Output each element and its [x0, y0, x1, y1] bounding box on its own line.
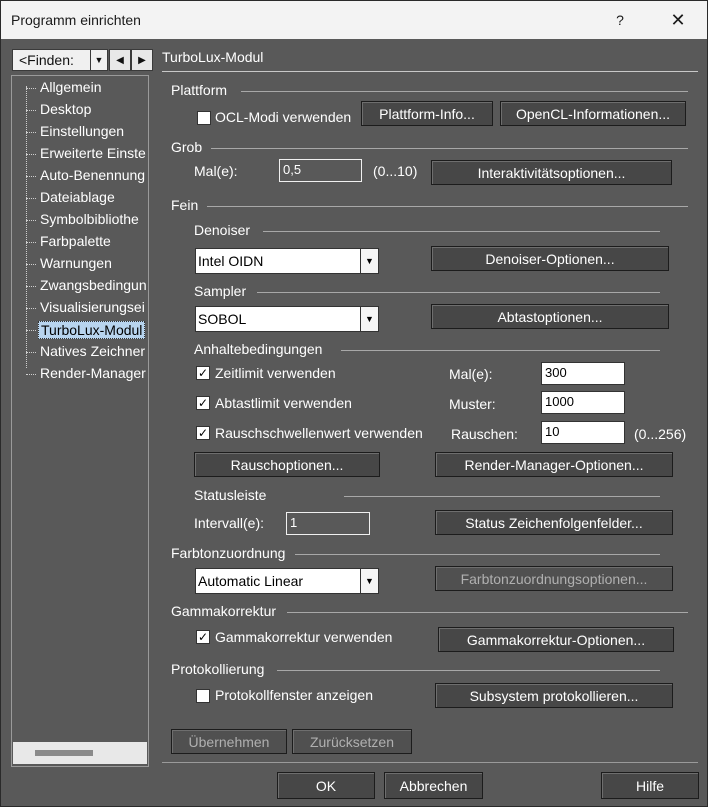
samplelimit-label[interactable]: Abtastlimit verwenden	[215, 395, 352, 411]
stop-conditions-heading: Anhaltebedingungen	[194, 341, 323, 357]
triangle-left-icon: ◀	[116, 54, 124, 66]
sampling-options-button[interactable]: Abtastoptionen...	[431, 304, 669, 329]
ocl-checkbox[interactable]	[197, 111, 211, 125]
section-gamma-heading: Gammakorrektur	[171, 603, 277, 619]
settings-dialog: Programm einrichten ? ✕ <Finden: ▼ ◀ ▶ A…	[0, 0, 708, 807]
sampler-heading: Sampler	[194, 283, 247, 299]
samplelimit-checkbox[interactable]: ✓	[196, 396, 210, 410]
samples-label: Muster:	[449, 396, 496, 412]
noise-label: Rauschen:	[451, 426, 518, 442]
subsystem-logging-button[interactable]: Subsystem protokollieren...	[435, 683, 673, 708]
noise-input[interactable]: 10	[541, 421, 625, 444]
noise-options-button[interactable]: Rauschoptionen...	[194, 452, 380, 477]
tonemapping-options-button[interactable]: Farbtonzuordnungsoptionen...	[435, 566, 673, 591]
section-grob-heading: Grob	[171, 139, 203, 155]
render-manager-options-button[interactable]: Render-Manager-Optionen...	[435, 452, 673, 477]
logwindow-checkbox-label[interactable]: Protokollfenster anzeigen	[215, 687, 373, 703]
close-icon: ✕	[670, 9, 686, 30]
ok-button[interactable]: OK	[277, 772, 375, 799]
tonemapping-select[interactable]: Automatic Linear ▼	[195, 568, 379, 594]
section-fein-heading: Fein	[171, 197, 199, 213]
platform-info-button[interactable]: Plattform-Info...	[361, 101, 493, 126]
sampler-select[interactable]: SOBOL ▼	[195, 306, 379, 332]
grob-times-input[interactable]: 0,5	[279, 159, 362, 182]
denoiser-select[interactable]: Intel OIDN ▼	[195, 248, 379, 274]
gamma-checkbox[interactable]: ✓	[196, 630, 210, 644]
settings-tree: Allgemein Desktop Einstellungen Erweiter…	[11, 75, 149, 767]
chevron-down-icon: ▼	[360, 248, 379, 274]
page-title: TurboLux-Modul	[162, 49, 264, 65]
help-icon: ?	[616, 12, 624, 28]
chevron-down-icon: ▼	[360, 568, 379, 594]
grob-range-label: (0...10)	[373, 163, 418, 179]
apply-button[interactable]: Übernehmen	[171, 729, 287, 754]
grob-times-label: Mal(e):	[194, 163, 238, 179]
interval-input[interactable]: 1	[286, 512, 370, 535]
help-button[interactable]: Hilfe	[601, 772, 699, 799]
nav-back-button[interactable]: ◀	[109, 49, 131, 71]
title-divider	[162, 71, 698, 72]
close-button[interactable]: ✕	[655, 1, 701, 39]
noise-range-label: (0...256)	[634, 426, 687, 442]
find-combobox[interactable]: <Finden:	[12, 49, 94, 71]
section-plattform-heading: Plattform	[171, 82, 228, 98]
chevron-down-icon: ▼	[94, 55, 104, 65]
help-title-button[interactable]: ?	[597, 1, 643, 39]
timelimit-checkbox[interactable]: ✓	[196, 366, 210, 380]
find-dropdown-button[interactable]: ▼	[90, 49, 108, 71]
panel-bottom-divider	[162, 762, 698, 763]
samples-input[interactable]: 1000	[541, 391, 625, 414]
logwindow-checkbox[interactable]	[196, 689, 210, 703]
tree-horizontal-scrollbar[interactable]	[13, 742, 147, 764]
gamma-checkbox-label[interactable]: Gammakorrektur verwenden	[215, 629, 392, 645]
noise-threshold-label[interactable]: Rauschschwellenwert verwenden	[215, 425, 423, 441]
noise-threshold-checkbox[interactable]: ✓	[196, 426, 210, 440]
statusbar-heading: Statusleiste	[194, 487, 267, 503]
ocl-checkbox-label[interactable]: OCL-Modi verwenden	[215, 109, 351, 125]
window-title: Programm einrichten	[11, 12, 141, 28]
scrollbar-thumb[interactable]	[35, 750, 93, 756]
interval-label: Intervall(e):	[194, 515, 265, 531]
chevron-down-icon: ▼	[360, 306, 379, 332]
section-logging-heading: Protokollierung	[171, 661, 265, 677]
halt-times-input[interactable]: 300	[541, 362, 625, 385]
cancel-button[interactable]: Abbrechen	[384, 772, 483, 799]
triangle-right-icon: ▶	[138, 54, 146, 66]
section-tonemapping-heading: Farbtonzuordnung	[171, 545, 286, 561]
timelimit-label[interactable]: Zeitlimit verwenden	[215, 365, 336, 381]
opencl-info-button[interactable]: OpenCL-Informationen...	[500, 101, 686, 126]
halt-times-label: Mal(e):	[449, 366, 493, 382]
interactivity-options-button[interactable]: Interaktivitätsoptionen...	[431, 160, 672, 185]
nav-forward-button[interactable]: ▶	[131, 49, 153, 71]
navigation-pane: <Finden: ▼ ◀ ▶ Allgemein Desktop Einstel…	[11, 45, 153, 767]
gamma-options-button[interactable]: Gammakorrektur-Optionen...	[438, 627, 674, 652]
reset-button[interactable]: Zurücksetzen	[292, 729, 412, 754]
denoiser-options-button[interactable]: Denoiser-Optionen...	[431, 246, 669, 271]
title-bar: Programm einrichten ? ✕	[1, 1, 707, 39]
status-string-fields-button[interactable]: Status Zeichenfolgenfelder...	[435, 510, 673, 535]
denoiser-heading: Denoiser	[194, 222, 251, 238]
